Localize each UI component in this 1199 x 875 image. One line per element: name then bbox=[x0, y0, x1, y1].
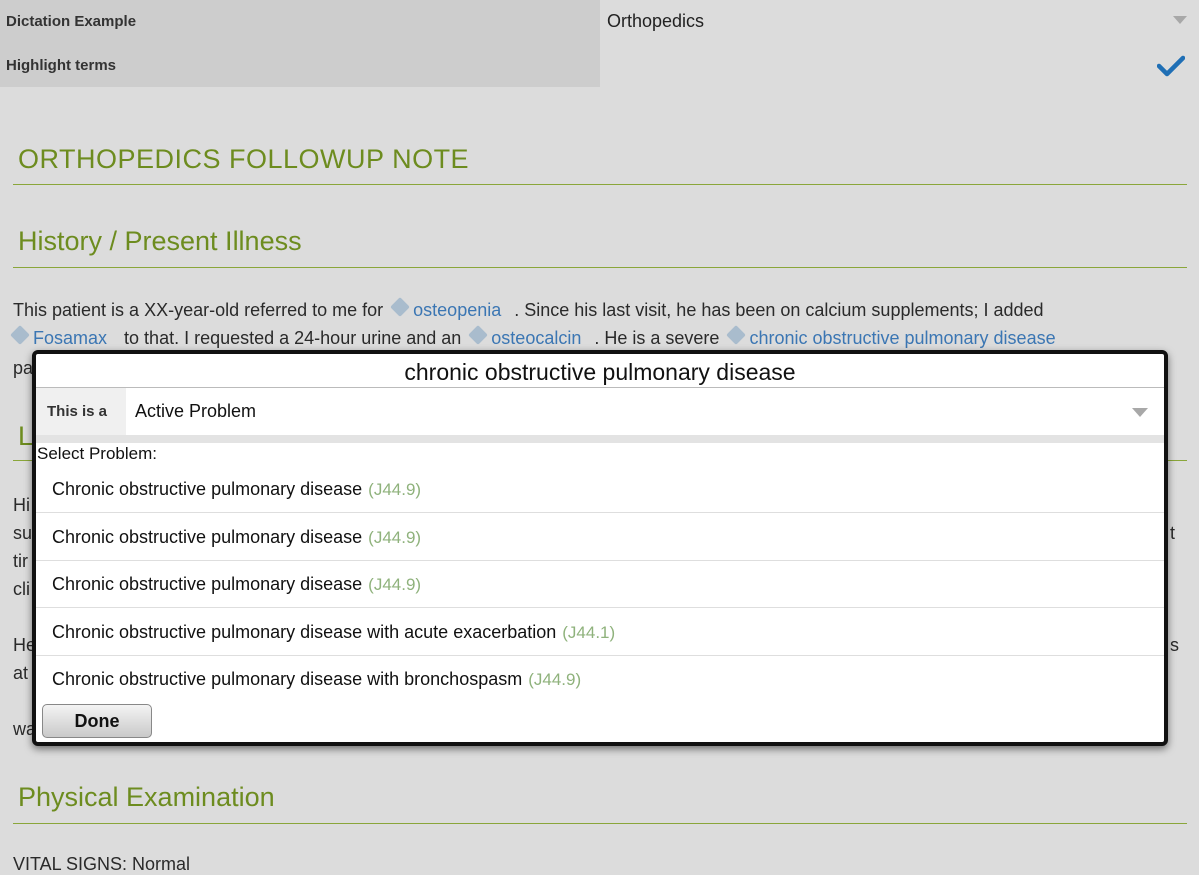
lab-heading-fragment: L bbox=[18, 421, 34, 451]
problem-name: Chronic obstructive pulmonary disease bbox=[52, 527, 363, 547]
dictation-example-select[interactable]: Orthopedics bbox=[600, 0, 1199, 43]
divider bbox=[13, 184, 1187, 185]
problem-type-select[interactable]: This is a Active Problem bbox=[36, 388, 1164, 443]
vital-signs-text: VITAL SIGNS: Normal bbox=[13, 854, 191, 874]
text-fragment: t bbox=[1170, 523, 1176, 543]
problem-item[interactable]: Chronic obstructive pulmonary disease (J4… bbox=[36, 466, 1164, 513]
problem-dialog: chronic obstructive pulmonary disease Th… bbox=[32, 350, 1168, 746]
settings-panel: Dictation Example Orthopedics Highlight … bbox=[0, 0, 1199, 87]
term-diamond-icon[interactable] bbox=[10, 325, 30, 345]
problem-name: Chronic obstructive pulmonary disease bbox=[52, 479, 363, 499]
text-fragment: Hi bbox=[13, 495, 30, 515]
text-fragment: tir bbox=[13, 551, 28, 571]
divider bbox=[13, 823, 1187, 824]
dialog-title: chronic obstructive pulmonary disease bbox=[36, 354, 1164, 388]
dictation-example-row[interactable]: Dictation Example Orthopedics bbox=[0, 0, 1199, 43]
checkmark-icon[interactable] bbox=[1157, 55, 1185, 77]
history-text: . He is a severe bbox=[594, 328, 720, 348]
term-fosamax[interactable]: Fosamax bbox=[33, 328, 107, 348]
note-title: ORTHOPEDICS FOLLOWUP NOTE bbox=[18, 144, 470, 174]
history-text: . Since his last visit, he has been on c… bbox=[514, 300, 1044, 320]
problem-code: (J44.9) bbox=[528, 670, 582, 689]
problem-code: (J44.1) bbox=[562, 623, 616, 642]
physical-exam-heading: Physical Examination bbox=[18, 782, 275, 812]
term-diamond-icon[interactable] bbox=[726, 325, 747, 345]
history-text: to that. I requested a 24-hour urine and… bbox=[124, 328, 462, 348]
problem-type-label: This is a bbox=[36, 388, 126, 435]
term-diamond-icon[interactable] bbox=[468, 325, 489, 345]
problem-item[interactable]: Chronic obstructive pulmonary disease (J4… bbox=[36, 514, 1164, 561]
highlight-terms-row[interactable]: Highlight terms bbox=[0, 43, 1199, 87]
dictation-example-label: Dictation Example bbox=[0, 0, 600, 43]
problem-code: (J44.9) bbox=[368, 528, 422, 547]
highlight-terms-label: Highlight terms bbox=[0, 43, 600, 87]
dictation-example-value: Orthopedics bbox=[607, 11, 705, 31]
text-fragment: s bbox=[1170, 635, 1179, 655]
history-heading: History / Present Illness bbox=[18, 226, 302, 256]
problem-name: Chronic obstructive pulmonary disease wi… bbox=[52, 669, 523, 689]
problem-item[interactable]: Chronic obstructive pulmonary disease (J4… bbox=[36, 561, 1164, 608]
chevron-down-icon[interactable] bbox=[1173, 16, 1187, 24]
problem-name: Chronic obstructive pulmonary disease wi… bbox=[52, 622, 557, 642]
term-diamond-icon[interactable] bbox=[390, 297, 411, 317]
history-text: This patient is a XX-year-old referred t… bbox=[13, 300, 384, 320]
history-line-2: Fosamax to that. I requested a 24-hour u… bbox=[3, 324, 1056, 352]
text-fragment: cli bbox=[13, 579, 30, 599]
text-fragment: su bbox=[13, 523, 33, 543]
term-osteocalcin[interactable]: osteocalcin bbox=[491, 328, 581, 348]
term-copd[interactable]: chronic obstructive pulmonary disease bbox=[749, 328, 1055, 348]
chevron-down-icon[interactable] bbox=[1132, 408, 1148, 417]
problem-type-value: Active Problem bbox=[135, 401, 257, 421]
select-problem-label: Select Problem: bbox=[37, 444, 157, 463]
divider bbox=[13, 267, 1187, 268]
problem-item[interactable]: Chronic obstructive pulmonary disease wi… bbox=[36, 609, 1164, 656]
history-line-1: This patient is a XX-year-old referred t… bbox=[13, 296, 1044, 324]
done-button[interactable]: Done bbox=[42, 704, 152, 738]
text-fragment: pa bbox=[13, 358, 34, 378]
text-fragment: at bbox=[13, 663, 29, 683]
problem-item[interactable]: Chronic obstructive pulmonary disease wi… bbox=[36, 656, 1164, 703]
highlight-terms-toggle[interactable] bbox=[600, 43, 1199, 87]
problem-code: (J44.9) bbox=[368, 480, 422, 499]
term-osteopenia[interactable]: osteopenia bbox=[413, 300, 501, 320]
problem-code: (J44.9) bbox=[368, 575, 422, 594]
problem-name: Chronic obstructive pulmonary disease bbox=[52, 574, 363, 594]
